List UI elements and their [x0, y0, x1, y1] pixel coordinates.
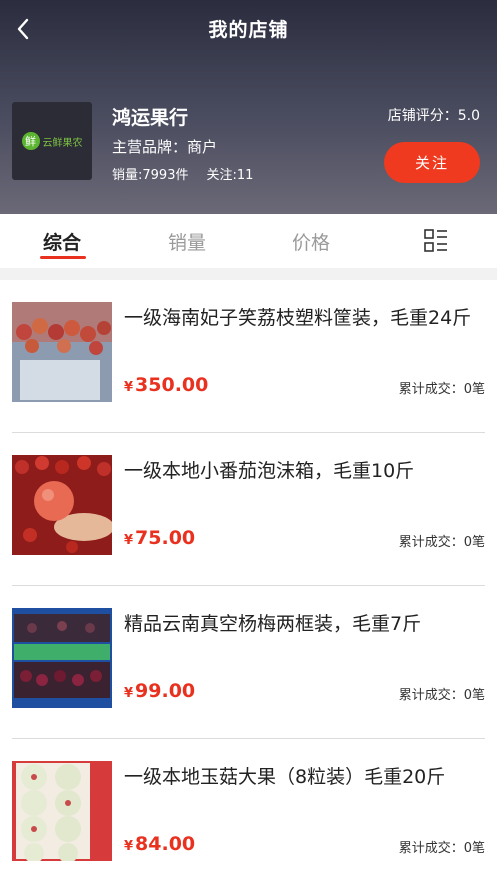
product-image-lychee[interactable] [12, 302, 112, 402]
page-title: 我的店铺 [208, 19, 289, 41]
store-name: 鸿运果行 [112, 107, 189, 129]
price-value: 75.00 [135, 527, 196, 549]
product-title[interactable]: 一级本地玉菇大果（8粒装）毛重20斤 [124, 764, 483, 791]
product-item[interactable]: 精品云南真空杨梅两框装，毛重7斤 ¥99.00 累计成交：0笔 [12, 586, 485, 739]
price-value: 350.00 [135, 374, 209, 396]
tab-price[interactable]: 价格 [281, 228, 341, 255]
product-deal-count: 累计成交：0笔 [398, 688, 485, 703]
currency-symbol: ¥ [124, 533, 134, 548]
product-deal-count: 累计成交：0笔 [398, 535, 485, 550]
active-tab-indicator [40, 256, 86, 259]
product-image-tomato[interactable] [12, 455, 112, 555]
price-value: 99.00 [135, 680, 196, 702]
price-value: 84.00 [135, 833, 196, 855]
product-price: ¥99.00 [124, 680, 195, 702]
store-rating: 店铺评分：5.0 [387, 108, 480, 124]
follow-button[interactable]: 关注 [384, 142, 480, 183]
product-item[interactable]: 一级本地小番茄泡沫箱，毛重10斤 ¥75.00 累计成交：0笔 [12, 433, 485, 586]
store-follows: 关注:11 [206, 168, 254, 183]
tab-sales[interactable]: 销量 [157, 228, 217, 255]
product-title[interactable]: 一级海南妃子笑荔枝塑料筐装，毛重24斤 [124, 305, 483, 332]
currency-symbol: ¥ [124, 839, 134, 854]
product-deal-count: 累计成交：0笔 [398, 841, 485, 856]
store-logo: 鲜 云鲜果农 [12, 102, 92, 180]
currency-symbol: ¥ [124, 380, 134, 395]
product-list: 一级海南妃子笑荔枝塑料筐装，毛重24斤 ¥350.00 累计成交：0笔 一级本地… [0, 280, 497, 883]
product-title[interactable]: 精品云南真空杨梅两框装，毛重7斤 [124, 611, 483, 638]
product-image-bayberry[interactable] [12, 608, 112, 708]
store-header: 我的店铺 鲜 云鲜果农 鸿运果行 主营品牌：商户 销量:7993件 关注:11 店… [0, 0, 497, 214]
store-sales: 销量:7993件 [112, 168, 189, 183]
product-price: ¥350.00 [124, 374, 208, 396]
store-stats: 销量:7993件 关注:11 [112, 164, 253, 183]
product-price: ¥75.00 [124, 527, 195, 549]
tab-comprehensive[interactable]: 综合 [32, 228, 92, 255]
list-layout-icon[interactable] [423, 228, 449, 254]
section-divider [0, 268, 497, 280]
currency-symbol: ¥ [124, 686, 134, 701]
store-brand: 主营品牌：商户 [112, 138, 218, 156]
product-price: ¥84.00 [124, 833, 195, 855]
sort-tabs: 综合 销量 价格 [0, 214, 497, 268]
store-logo-mark: 鲜 [21, 132, 40, 150]
product-title[interactable]: 一级本地小番茄泡沫箱，毛重10斤 [124, 458, 483, 485]
product-deal-count: 累计成交：0笔 [398, 382, 485, 397]
store-logo-text: 云鲜果农 [42, 137, 83, 149]
product-image-melon[interactable] [12, 761, 112, 861]
product-item[interactable]: 一级本地玉菇大果（8粒装）毛重20斤 ¥84.00 累计成交：0笔 [12, 739, 485, 883]
product-item[interactable]: 一级海南妃子笑荔枝塑料筐装，毛重24斤 ¥350.00 累计成交：0笔 [12, 280, 485, 433]
